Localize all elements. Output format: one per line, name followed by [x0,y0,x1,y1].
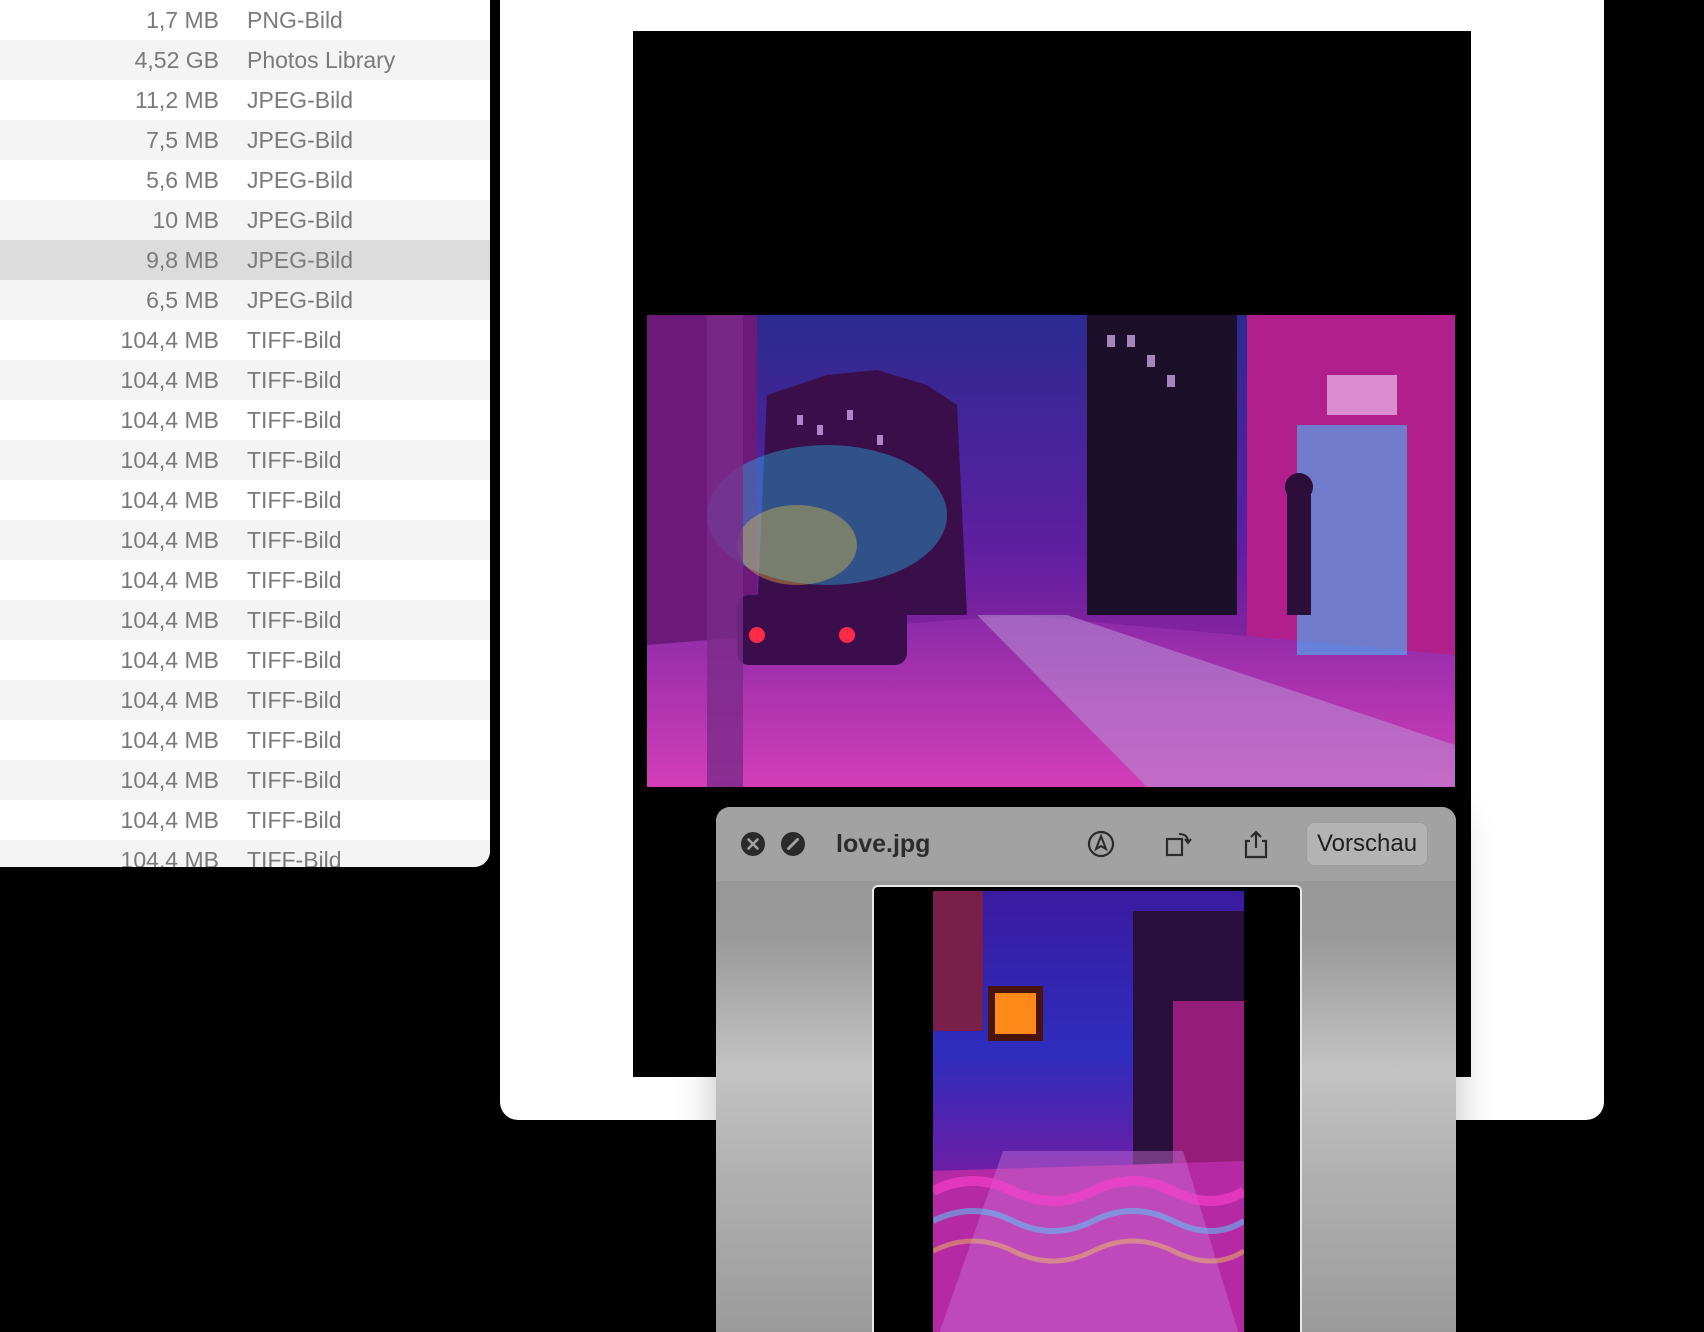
file-row[interactable]: 104,4 MB TIFF-Bild [0,400,490,440]
share-icon[interactable] [1241,829,1271,859]
markup-pen-icon[interactable] [1086,829,1116,859]
file-kind: TIFF-Bild [247,406,342,433]
file-kind: TIFF-Bild [247,806,342,833]
file-size: 104,4 MB [120,846,219,868]
quicklook-filename: love.jpg [836,830,931,858]
file-size: 9,8 MB [146,246,219,273]
file-size: 104,4 MB [120,566,219,593]
quicklook-photo [933,891,1244,1332]
quicklook-image-frame [872,885,1302,1332]
file-kind: TIFF-Bild [247,726,342,753]
file-kind: PNG-Bild [247,6,343,33]
file-kind: TIFF-Bild [247,686,342,713]
file-row[interactable]: 104,4 MB TIFF-Bild [0,720,490,760]
file-size: 104,4 MB [120,686,219,713]
file-kind: TIFF-Bild [247,646,342,673]
file-kind: JPEG-Bild [247,86,354,113]
file-kind: TIFF-Bild [247,446,342,473]
close-circle-icon[interactable] [738,829,768,859]
file-size: 104,4 MB [120,806,219,833]
file-kind: TIFF-Bild [247,606,342,633]
finder-file-list: 1,7 MB PNG-Bild 4,52 GB Photos Library 11,2 … [0,0,490,867]
file-kind: TIFF-Bild [247,366,342,393]
file-size: 5,6 MB [146,166,219,193]
file-size: 11,2 MB [135,86,219,113]
file-row[interactable]: 7,5 MB JPEG-Bild [0,120,490,160]
slash-circle-icon[interactable] [778,829,808,859]
file-row[interactable]: 104,4 MB TIFF-Bild [0,520,490,560]
file-row[interactable]: 9,8 MB JPEG-Bild [0,240,490,280]
file-row[interactable]: 5,6 MB JPEG-Bild [0,160,490,200]
file-row[interactable]: 1,7 MB PNG-Bild [0,0,490,40]
file-kind: TIFF-Bild [247,486,342,513]
file-row[interactable]: 104,4 MB TIFF-Bild [0,800,490,840]
quicklook-toolbar: love.jpg Vorschau [716,807,1456,881]
file-size: 104,4 MB [120,646,219,673]
file-size: 6,5 MB [146,286,219,313]
file-row[interactable]: 104,4 MB TIFF-Bild [0,680,490,720]
open-with-preview-button[interactable]: Vorschau [1306,822,1429,866]
file-kind: JPEG-Bild [247,166,354,193]
file-size: 104,4 MB [120,326,219,353]
file-row[interactable]: 104,4 MB TIFF-Bild [0,360,490,400]
file-size: 7,5 MB [146,126,219,153]
file-row[interactable]: 104,4 MB TIFF-Bild [0,480,490,520]
file-kind: JPEG-Bild [247,246,354,273]
file-row[interactable]: 104,4 MB TIFF-Bild [0,640,490,680]
file-size: 10 MB [152,206,219,233]
file-size: 104,4 MB [120,366,219,393]
file-row[interactable]: 104,4 MB TIFF-Bild [0,760,490,800]
file-size: 104,4 MB [120,606,219,633]
file-kind: JPEG-Bild [247,206,354,233]
file-row[interactable]: 104,4 MB TIFF-Bild [0,600,490,640]
file-row[interactable]: 104,4 MB TIFF-Bild [0,840,490,867]
file-row[interactable]: 11,2 MB JPEG-Bild [0,80,490,120]
file-row[interactable]: 104,4 MB TIFF-Bild [0,440,490,480]
file-size: 104,4 MB [120,406,219,433]
file-kind: JPEG-Bild [247,286,354,313]
file-size: 4,52 GB [134,46,219,73]
file-kind: TIFF-Bild [247,326,342,353]
main-photo [647,315,1455,787]
file-row[interactable]: 4,52 GB Photos Library [0,40,490,80]
file-size: 104,4 MB [120,446,219,473]
file-size: 104,4 MB [120,486,219,513]
file-row[interactable]: 104,4 MB TIFF-Bild [0,320,490,360]
file-row[interactable]: 104,4 MB TIFF-Bild [0,560,490,600]
file-size: 104,4 MB [120,526,219,553]
rotate-icon[interactable] [1163,829,1193,859]
file-size: 1,7 MB [146,6,219,33]
file-size: 104,4 MB [120,766,219,793]
file-kind: Photos Library [247,46,396,73]
quicklook-panel: love.jpg Vorschau [716,807,1456,1332]
file-row[interactable]: 10 MB JPEG-Bild [0,200,490,240]
file-kind: TIFF-Bild [247,846,342,868]
file-kind: JPEG-Bild [247,126,354,153]
file-size: 104,4 MB [120,726,219,753]
file-kind: TIFF-Bild [247,526,342,553]
file-kind: TIFF-Bild [247,766,342,793]
file-kind: TIFF-Bild [247,566,342,593]
file-row[interactable]: 6,5 MB JPEG-Bild [0,280,490,320]
